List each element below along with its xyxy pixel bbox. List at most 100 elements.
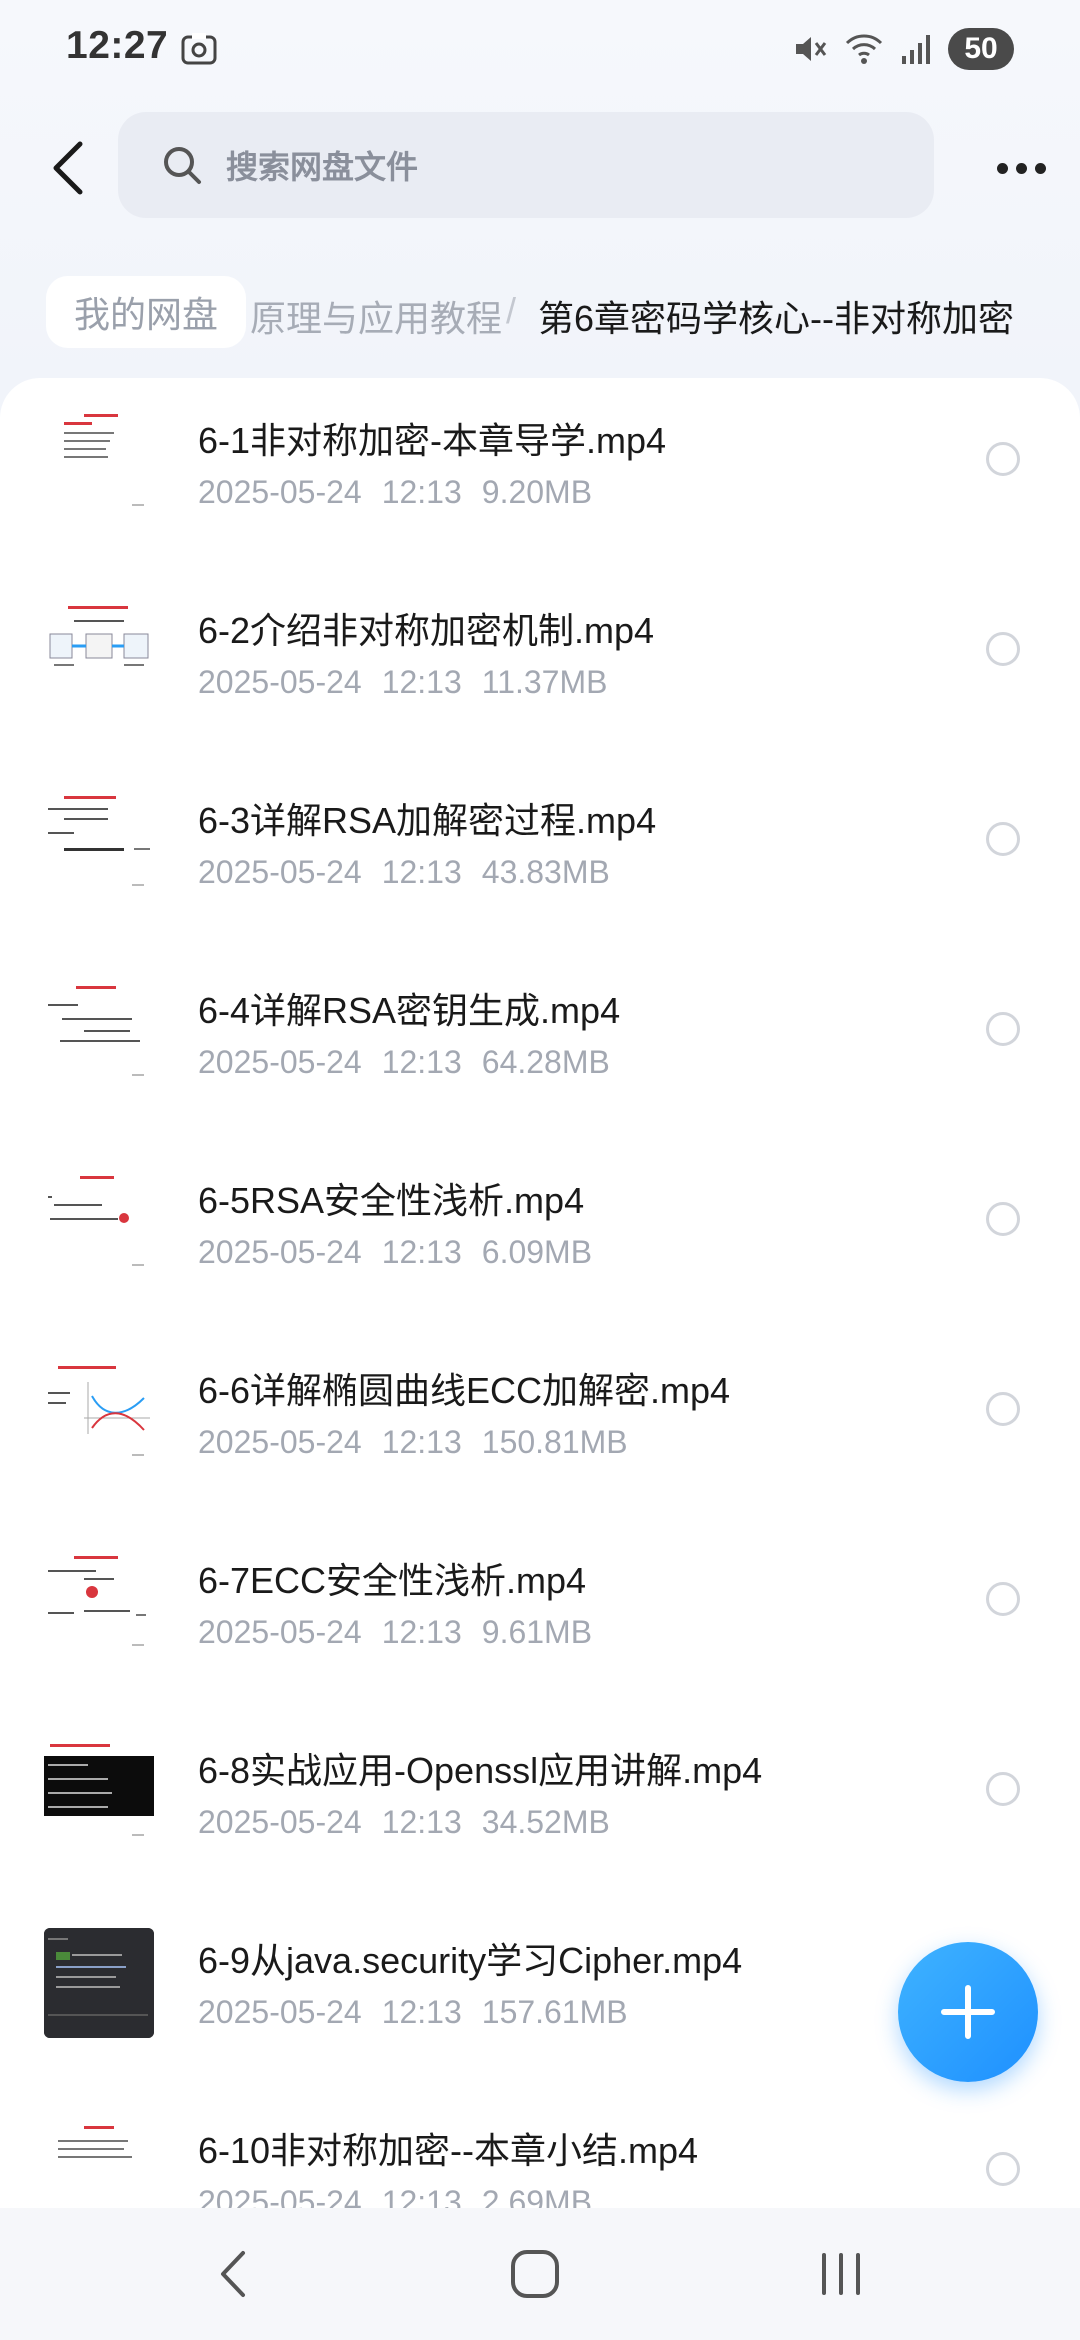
search-placeholder: 搜索网盘文件 xyxy=(226,149,419,185)
select-radio[interactable] xyxy=(986,632,1020,666)
file-size: 157.61MB xyxy=(481,1994,628,2030)
video-thumbnail xyxy=(44,408,154,518)
file-size: 11.37MB xyxy=(481,664,608,700)
file-time: 12:13 xyxy=(381,1424,462,1460)
file-size: 6.09MB xyxy=(481,1234,593,1270)
file-time: 12:13 xyxy=(381,1044,462,1080)
breadcrumb: 原理与应用教程 我的网盘 / 第6章密码学核心--非对称加密 xyxy=(0,268,1080,358)
file-row[interactable]: 6-3详解RSA加解密过程.mp4 2025-05-24 12:13 43.83MB xyxy=(0,758,1080,948)
more-dot xyxy=(1034,162,1046,174)
file-meta: 2025-05-24 12:13 2.69MB xyxy=(198,2184,612,2208)
more-options-button[interactable] xyxy=(976,128,1066,208)
video-thumbnail xyxy=(44,1168,154,1278)
select-radio[interactable] xyxy=(986,442,1020,476)
file-row[interactable]: 6-5RSA安全性浅析.mp4 2025-05-24 12:13 6.09MB xyxy=(0,1138,1080,1328)
file-row[interactable]: 6-7ECC安全性浅析.mp4 2025-05-24 12:13 9.61MB xyxy=(0,1518,1080,1708)
file-row[interactable]: 6-1非对称加密-本章导学.mp4 2025-05-24 12:13 9.20MB xyxy=(0,378,1080,568)
status-indicators: 50 xyxy=(792,26,1014,72)
wifi-icon xyxy=(845,34,883,64)
file-date: 2025-05-24 xyxy=(198,474,362,510)
file-row[interactable]: 6-10非对称加密--本章小结.mp4 2025-05-24 12:13 2.69M… xyxy=(0,2088,1080,2208)
file-meta: 2025-05-24 12:13 6.09MB xyxy=(198,1234,612,1271)
header: 搜索网盘文件 xyxy=(0,110,1080,220)
file-time: 12:13 xyxy=(381,1994,462,2030)
file-name: 6-7ECC安全性浅析.mp4 xyxy=(198,1560,587,1601)
file-name: 6-3详解RSA加解密过程.mp4 xyxy=(198,800,657,841)
file-size: 2.69MB xyxy=(481,2184,593,2208)
nav-recents-button[interactable] xyxy=(796,2244,886,2304)
file-size: 43.83MB xyxy=(481,854,610,890)
add-button[interactable] xyxy=(898,1942,1038,2082)
file-time: 12:13 xyxy=(381,664,462,700)
plus-icon xyxy=(941,1985,995,2039)
video-thumbnail xyxy=(44,788,154,898)
file-name: 6-8实战应用-Openssl应用讲解.mp4 xyxy=(198,1750,763,1791)
video-thumbnail xyxy=(44,2118,154,2208)
file-date: 2025-05-24 xyxy=(198,1804,362,1840)
select-radio[interactable] xyxy=(986,1772,1020,1806)
breadcrumb-current: 第6章密码学核心--非对称加密 xyxy=(538,298,1014,339)
file-row[interactable]: 6-2介绍非对称加密机制.mp4 2025-05-24 12:13 11.37MB xyxy=(0,568,1080,758)
file-meta: 2025-05-24 12:13 11.37MB xyxy=(198,664,627,701)
file-time: 12:13 xyxy=(381,474,462,510)
file-row[interactable]: 6-4详解RSA密钥生成.mp4 2025-05-24 12:13 64.28MB xyxy=(0,948,1080,1138)
file-row[interactable]: 6-6详解椭圆曲线ECC加解密.mp4 2025-05-24 12:13 150.8… xyxy=(0,1328,1080,1518)
file-name: 6-1非对称加密-本章导学.mp4 xyxy=(198,420,667,461)
select-radio[interactable] xyxy=(986,822,1020,856)
nav-back-icon xyxy=(221,2251,245,2297)
breadcrumb-parent[interactable]: 原理与应用教程 xyxy=(250,290,502,342)
file-size: 34.52MB xyxy=(481,1804,610,1840)
nav-home-icon xyxy=(511,2250,559,2298)
status-bar: 12:27 50 xyxy=(0,0,1080,100)
file-meta: 2025-05-24 12:13 64.28MB xyxy=(198,1044,630,1081)
file-size: 64.28MB xyxy=(481,1044,610,1080)
video-thumbnail xyxy=(44,598,154,708)
file-name: 6-9从java.security学习Cipher.mp4 xyxy=(198,1940,743,1981)
mute-icon xyxy=(796,37,827,61)
file-size: 9.20MB xyxy=(481,474,593,510)
video-thumbnail xyxy=(44,978,154,1088)
search-input[interactable]: 搜索网盘文件 xyxy=(118,112,934,218)
file-time: 12:13 xyxy=(381,1614,462,1650)
file-date: 2025-05-24 xyxy=(198,1994,362,2030)
file-date: 2025-05-24 xyxy=(198,854,362,890)
file-name: 6-2介绍非对称加密机制.mp4 xyxy=(198,610,655,651)
file-meta: 2025-05-24 12:13 9.20MB xyxy=(198,474,612,511)
back-button[interactable] xyxy=(28,128,108,208)
select-radio[interactable] xyxy=(986,1392,1020,1426)
system-nav-bar xyxy=(0,2208,1080,2340)
file-time: 12:13 xyxy=(381,854,462,890)
video-thumbnail xyxy=(44,1738,154,1848)
battery-badge: 50 xyxy=(948,28,1014,70)
file-meta: 2025-05-24 12:13 157.61MB xyxy=(198,1994,648,2031)
file-meta: 2025-05-24 12:13 150.81MB xyxy=(198,1424,648,1461)
select-radio[interactable] xyxy=(986,2152,1020,2186)
file-date: 2025-05-24 xyxy=(198,1044,362,1080)
file-name: 6-4详解RSA密钥生成.mp4 xyxy=(198,990,621,1031)
more-dot xyxy=(1015,162,1027,174)
nav-home-button[interactable] xyxy=(490,2244,580,2304)
back-arrow-icon xyxy=(53,141,83,195)
file-row[interactable]: 6-8实战应用-Openssl应用讲解.mp4 2025-05-24 12:13 3… xyxy=(0,1708,1080,1898)
file-date: 2025-05-24 xyxy=(198,1424,362,1460)
breadcrumb-separator: / xyxy=(506,290,517,331)
more-dots-icon xyxy=(996,162,1008,174)
select-radio[interactable] xyxy=(986,1582,1020,1616)
file-size: 150.81MB xyxy=(481,1424,628,1460)
signal-icon xyxy=(902,35,930,64)
select-radio[interactable] xyxy=(986,1202,1020,1236)
file-date: 2025-05-24 xyxy=(198,1614,362,1650)
select-radio[interactable] xyxy=(986,1012,1020,1046)
status-time: 12:27 xyxy=(66,24,169,67)
file-time: 12:13 xyxy=(381,2184,462,2208)
breadcrumb-root[interactable]: 我的网盘 xyxy=(46,276,247,348)
nav-back-button[interactable] xyxy=(188,2244,278,2304)
file-date: 2025-05-24 xyxy=(198,1234,362,1270)
video-thumbnail xyxy=(44,1358,154,1468)
file-meta: 2025-05-24 12:13 9.61MB xyxy=(198,1614,612,1651)
screenshot-icon xyxy=(180,30,218,68)
file-list: 6-1非对称加密-本章导学.mp4 2025-05-24 12:13 9.20MB … xyxy=(0,378,1080,2208)
search-icon xyxy=(164,147,201,184)
file-meta: 2025-05-24 12:13 43.83MB xyxy=(198,854,630,891)
file-meta: 2025-05-24 12:13 34.52MB xyxy=(198,1804,630,1841)
